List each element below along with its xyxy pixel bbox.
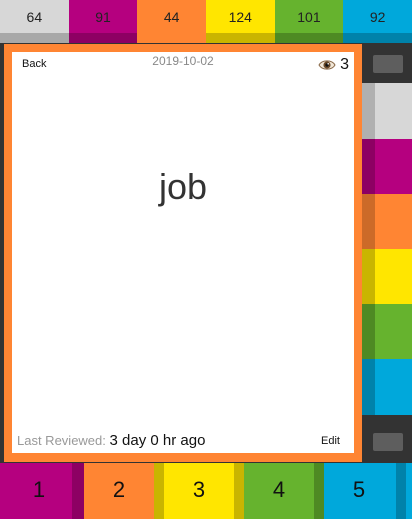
box-count-3[interactable]: 44	[137, 0, 206, 43]
rating-button-4-label: 4	[272, 477, 286, 502]
deck-stack-bottom	[362, 415, 412, 463]
box-count-4-underline	[205, 33, 275, 43]
rating-button-3[interactable]: 3	[154, 463, 244, 519]
flashcard[interactable]: 2019-10-02 Back 3 job Last Reviewed: 3 d…	[12, 52, 354, 453]
box-count-2-underline	[68, 33, 138, 43]
last-reviewed: Last Reviewed: 3 day 0 hr ago	[17, 432, 205, 449]
deck-stack-bottom-chip	[373, 433, 403, 451]
card-word: job	[158, 166, 208, 207]
rating-button-2-label: 2	[112, 477, 126, 502]
view-count: 3	[318, 56, 349, 74]
rating-button-3-label: 3	[192, 477, 206, 502]
box-count-3-value: 44	[163, 8, 180, 25]
rating-button-4[interactable]: 4	[244, 463, 324, 519]
deck-band-orange	[362, 194, 412, 249]
box-count-1-value: 64	[26, 8, 43, 25]
last-reviewed-value: 3 day 0 hr ago	[109, 432, 206, 449]
box-count-3-underline	[137, 33, 206, 43]
rating-button-2[interactable]: 2	[84, 463, 154, 519]
deck-stack-top	[362, 43, 412, 83]
box-count-6-value: 92	[369, 8, 386, 25]
deck-band-yellow	[362, 249, 412, 304]
rating-bar: 1 2 3 4 5	[0, 463, 412, 519]
box-count-5[interactable]: 101	[274, 0, 344, 43]
deck-band-gray	[362, 83, 412, 139]
deck-stack-column	[362, 43, 412, 463]
edit-button[interactable]: Edit	[321, 435, 340, 447]
deck-band-green	[362, 304, 412, 359]
box-count-2[interactable]: 91	[68, 0, 138, 43]
deck-stack-top-chip	[373, 55, 403, 73]
box-count-5-value: 101	[297, 8, 321, 25]
card-date: 2019-10-02	[152, 54, 214, 68]
deck-band-magenta	[362, 139, 412, 194]
deck-band-blue	[362, 359, 412, 415]
box-count-1-underline	[0, 33, 69, 43]
box-count-2-value: 91	[95, 8, 111, 25]
box-count-4-value: 124	[228, 8, 252, 25]
rating-button-1-label: 1	[32, 477, 46, 502]
eye-icon	[318, 60, 336, 70]
box-count-5-underline	[274, 33, 344, 43]
rating-button-5-label: 5	[352, 477, 366, 502]
box-count-4[interactable]: 124	[205, 0, 275, 43]
box-count-6[interactable]: 92	[343, 0, 412, 43]
box-count-1[interactable]: 64	[0, 0, 69, 43]
box-count-6-underline	[343, 33, 412, 43]
last-reviewed-label: Last Reviewed:	[17, 433, 106, 448]
box-count-bar: 64 91 44 124 101 92	[0, 0, 412, 43]
view-count-value: 3	[340, 56, 349, 73]
rating-button-5[interactable]: 5	[324, 463, 412, 519]
back-button[interactable]: Back	[22, 58, 46, 70]
rating-button-1[interactable]: 1	[0, 463, 84, 519]
